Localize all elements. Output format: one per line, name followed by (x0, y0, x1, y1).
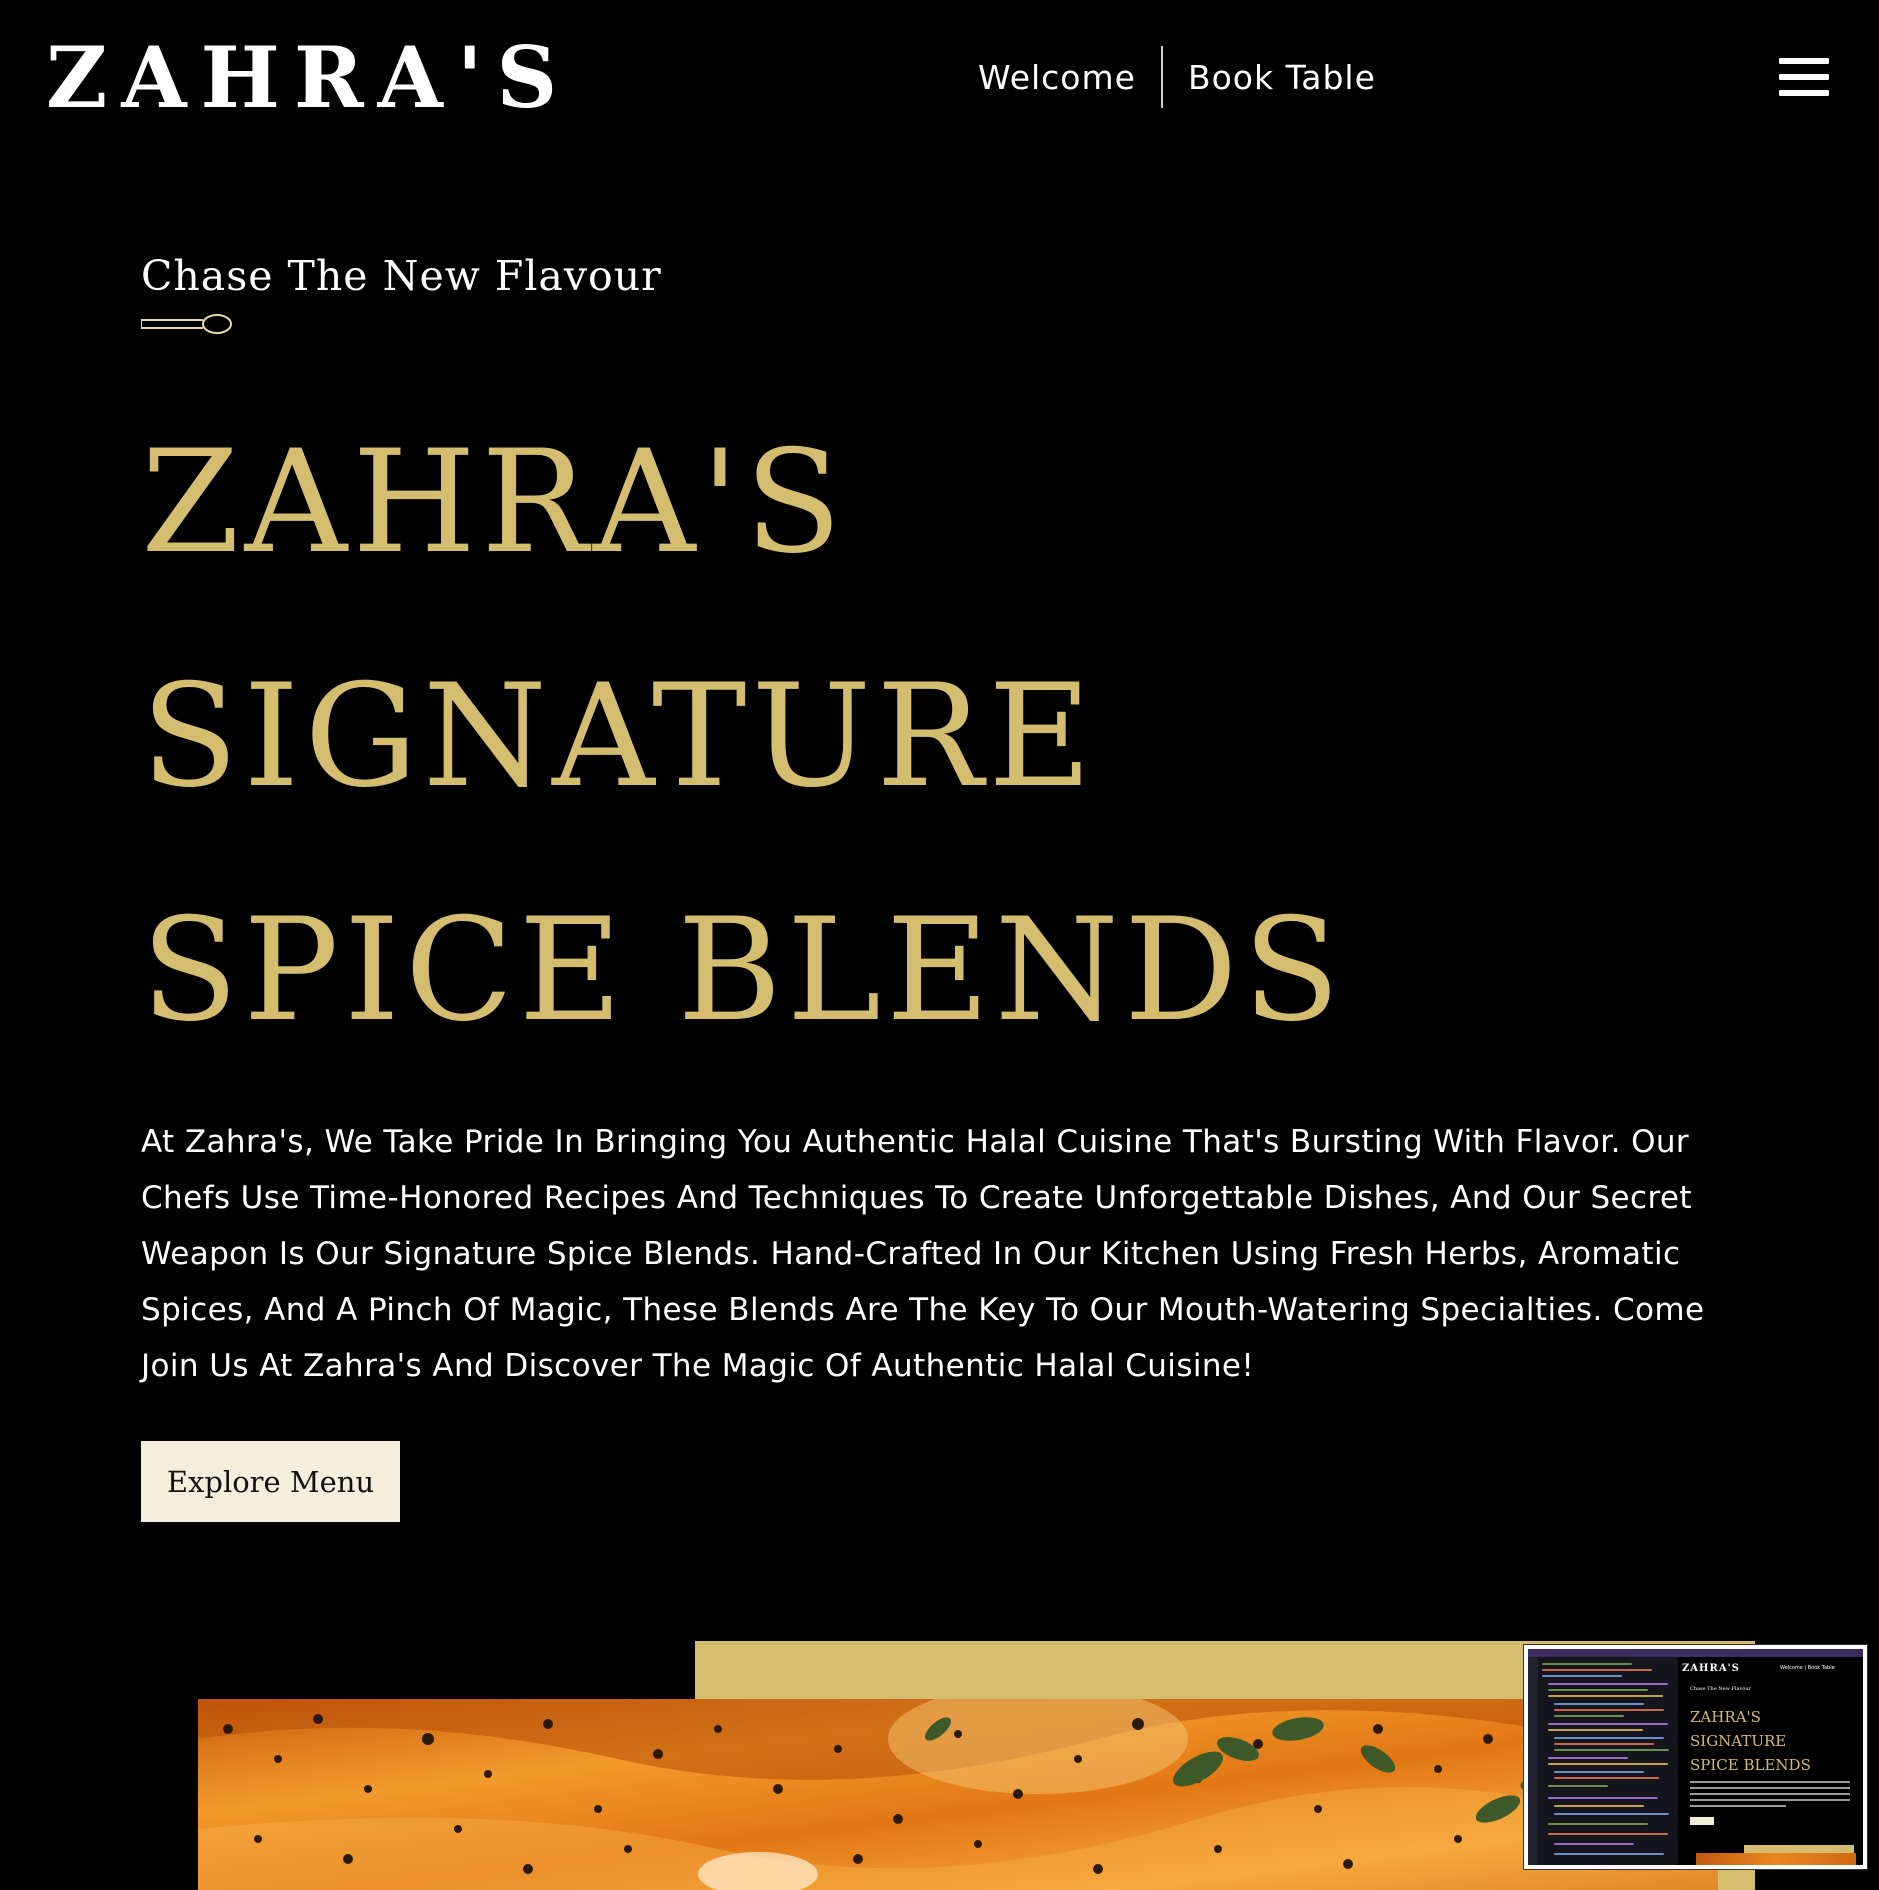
thumbnail-code-gutter (1528, 1657, 1538, 1865)
spoon-icon (141, 314, 232, 334)
thumbnail-title-line: ZAHRA'S (1690, 1708, 1761, 1726)
hero-title-line: ZAHRA'S (141, 420, 847, 585)
nav-link-book-table[interactable]: Book Table (1188, 58, 1376, 97)
thumbnail-nav: Welcome | Book Table (1780, 1665, 1835, 1671)
hero-tagline: Chase The New Flavour (141, 252, 662, 300)
hero-title-line: SPICE BLENDS (141, 888, 1346, 1053)
food-photo-graphic (198, 1699, 1718, 1890)
hero-title-line: SIGNATURE (141, 654, 1097, 819)
thumbnail-tagline: Chase The New Flavour (1690, 1686, 1751, 1692)
hamburger-menu-icon[interactable] (1779, 58, 1829, 96)
hero-title: ZAHRA'S SIGNATURE SPICE BLENDS (141, 386, 1641, 1088)
thumbnail-title-line: SPICE BLENDS (1690, 1756, 1811, 1774)
site-logo[interactable]: ZAHRA'S (46, 28, 571, 128)
explore-menu-button[interactable]: Explore Menu (141, 1441, 400, 1522)
thumbnail-button (1690, 1817, 1714, 1825)
thumbnail-description (1690, 1781, 1850, 1811)
site-header: ZAHRA'S Welcome Book Table (0, 0, 1879, 160)
nav-divider (1160, 46, 1163, 108)
nav-link-welcome[interactable]: Welcome (978, 58, 1136, 97)
thumbnail-code-editor (1528, 1657, 1679, 1865)
screenshot-thumbnail-preview[interactable]: ZAHRA'S Welcome | Book Table Chase The N… (1524, 1645, 1867, 1869)
hero-description: At Zahra's, We Take Pride In Bringing Yo… (141, 1124, 1705, 1384)
thumbnail-browser-bar (1528, 1649, 1863, 1657)
hamburger-bar (1779, 58, 1829, 64)
thumbnail-logo: ZAHRA'S (1682, 1663, 1740, 1674)
main-nav: Welcome Book Table (978, 46, 1376, 108)
hamburger-bar (1779, 74, 1829, 80)
thumbnail-title: ZAHRA'S SIGNATURE SPICE BLENDS (1690, 1705, 1811, 1777)
food-image (198, 1699, 1718, 1890)
thumbnail-food-image (1696, 1853, 1856, 1865)
hamburger-bar (1779, 90, 1829, 96)
thumbnail-site-preview: ZAHRA'S Welcome | Book Table Chase The N… (1678, 1657, 1863, 1865)
thumbnail-title-line: SIGNATURE (1690, 1732, 1787, 1750)
